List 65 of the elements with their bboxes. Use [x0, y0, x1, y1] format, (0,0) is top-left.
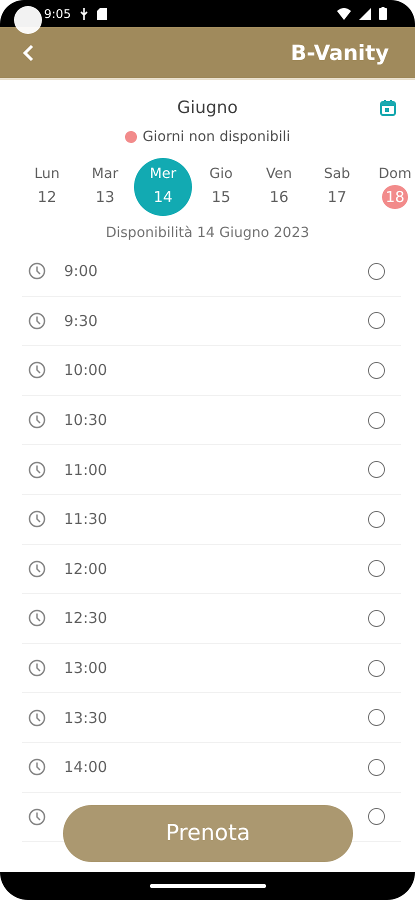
slot-time: 10:30: [64, 411, 108, 430]
time-slot-row[interactable]: 9:30: [22, 296, 401, 346]
time-slot-row[interactable]: 12:30: [22, 594, 401, 644]
clock-icon: [28, 708, 46, 727]
day-button[interactable]: Dom 18: [366, 158, 415, 216]
time-slot-row[interactable]: 13:30: [22, 693, 401, 743]
time-slot-row[interactable]: 10:00: [22, 346, 401, 396]
usb-icon: [78, 8, 89, 20]
slot-radio[interactable]: [368, 362, 385, 379]
back-icon: [22, 44, 34, 62]
time-slot-row[interactable]: 11:00: [22, 445, 401, 495]
slot-time: 12:30: [64, 609, 108, 628]
signal-icon: [359, 8, 371, 20]
clock-icon: [28, 312, 46, 330]
time-slot-row[interactable]: 12:00: [22, 544, 401, 594]
day-button[interactable]: Lun 12: [18, 158, 76, 216]
clock-icon: [28, 560, 46, 578]
legend-label: Giorni non disponibili: [142, 129, 290, 145]
app-title: B-Vanity: [290, 40, 389, 64]
slot-time: 13:00: [64, 659, 108, 678]
status-time: 9:05: [44, 6, 71, 20]
back-button[interactable]: [22, 44, 34, 62]
slot-time: 10:00: [64, 361, 108, 380]
clock-icon: [28, 510, 46, 528]
slot-radio[interactable]: [368, 312, 385, 330]
day-button[interactable]: Gio 15: [192, 158, 250, 216]
slot-radio[interactable]: [368, 510, 385, 528]
slot-time: 13:30: [64, 708, 108, 727]
battery-icon: [379, 7, 387, 20]
clock-icon: [28, 609, 46, 628]
slot-radio[interactable]: [368, 412, 385, 429]
slot-radio[interactable]: [368, 758, 385, 776]
slot-radio[interactable]: [368, 808, 385, 826]
calendar-icon[interactable]: [379, 99, 397, 117]
slot-time: 11:30: [64, 510, 108, 528]
wifi-icon: [337, 8, 351, 20]
slot-radio[interactable]: [368, 610, 385, 627]
day-button[interactable]: Mar 13: [76, 158, 134, 216]
time-slot-row[interactable]: 9:00: [22, 247, 401, 297]
time-slot-row[interactable]: 10:30: [22, 396, 401, 446]
availability-date: Disponibilità 14 Giugno 2023: [104, 225, 310, 243]
clock-icon: [28, 262, 46, 280]
slot-time: 14:00: [64, 758, 108, 776]
slot-radio[interactable]: [368, 660, 385, 677]
slot-radio[interactable]: [368, 262, 385, 280]
clock-icon: [28, 411, 46, 430]
slot-radio[interactable]: [368, 461, 385, 478]
sd-card-icon: [96, 8, 107, 20]
day-button[interactable]: Ven 16: [250, 158, 308, 216]
clock-icon: [28, 361, 46, 380]
slot-time: 9:00: [64, 262, 99, 280]
time-slot-row[interactable]: 13:00: [22, 644, 401, 694]
slot-radio[interactable]: [368, 560, 385, 578]
time-slot-row[interactable]: 14:00: [22, 742, 401, 793]
day-button[interactable]: Sab 17: [308, 158, 366, 216]
clock-icon: [28, 758, 46, 776]
time-slot-row[interactable]: 11:30: [22, 494, 401, 545]
month-label: Giugno: [177, 98, 238, 118]
clock-icon: [28, 659, 46, 678]
slot-time: 11:00: [64, 460, 108, 479]
clock-icon: [28, 460, 46, 479]
slot-radio[interactable]: [368, 709, 385, 726]
slot-time: 9:30: [64, 312, 99, 330]
slot-time: 12:00: [64, 560, 108, 578]
clock-icon: [28, 808, 46, 826]
